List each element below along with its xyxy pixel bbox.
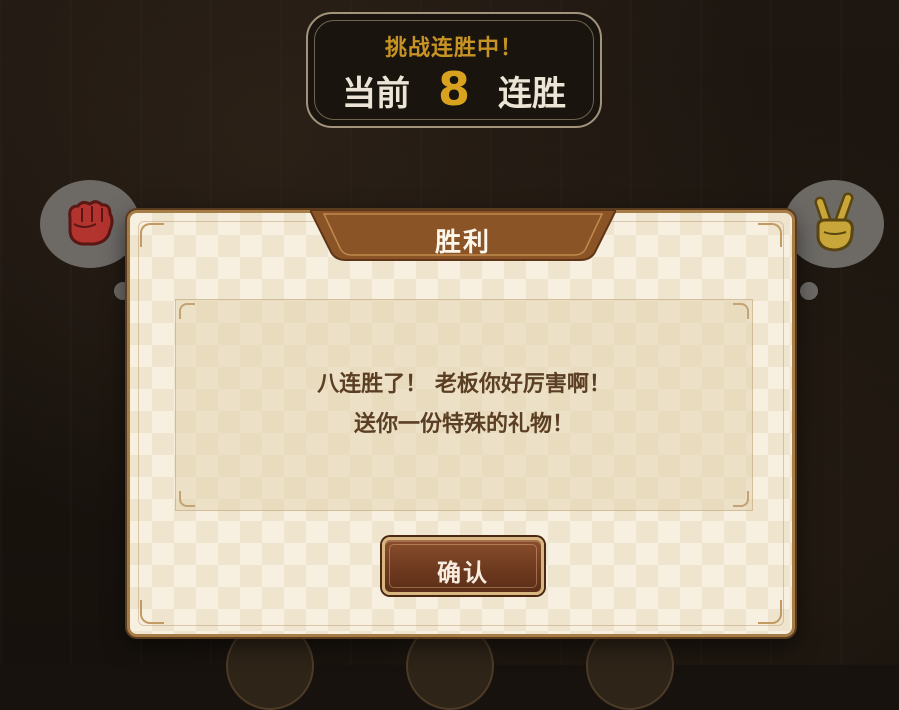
panel-corner-ornament <box>733 303 749 319</box>
current-label: 当前 <box>341 74 410 114</box>
challenge-streak-label: 挑战连胜中！ <box>384 36 523 61</box>
left-thought-bubble <box>40 180 140 268</box>
dialog-corner-ornament <box>140 600 164 624</box>
message-panel: 八连胜了！ 老板你好厉害啊！ 送你一份特殊的礼物！ <box>175 299 753 511</box>
fist-icon <box>68 200 114 246</box>
panel-corner-ornament <box>179 491 195 507</box>
streak-suffix-label: 连胜 <box>498 74 566 114</box>
panel-corner-ornament <box>179 303 195 319</box>
streak-count: 8 <box>437 62 470 116</box>
right-thought-dot <box>800 282 818 300</box>
confirm-button-label: 确认 <box>437 559 489 587</box>
victory-hand-icon <box>814 192 854 252</box>
dialog-corner-ornament <box>758 223 782 247</box>
dialog-corner-ornament <box>140 223 164 247</box>
dialog-corner-ornament <box>758 600 782 624</box>
right-thought-bubble <box>784 180 884 268</box>
message-line-2: 送你一份特殊的礼物！ <box>353 412 574 437</box>
message-line-1: 八连胜了！ 老板你好厉害啊！ <box>317 372 611 397</box>
dialog-title: 胜利 <box>434 228 491 258</box>
panel-corner-ornament <box>733 491 749 507</box>
streak-banner: 挑战连胜中！ 当前 8 连胜 <box>306 12 602 128</box>
streak-count-row: 当前 8 连胜 <box>308 66 600 115</box>
victory-dialog: 胜利 八连胜了！ 老板你好厉害啊！ 送你一份特殊的礼物！ 确认 <box>127 210 795 637</box>
dialog-title-tab: 胜利 <box>310 210 616 266</box>
confirm-button[interactable]: 确认 <box>382 537 544 595</box>
